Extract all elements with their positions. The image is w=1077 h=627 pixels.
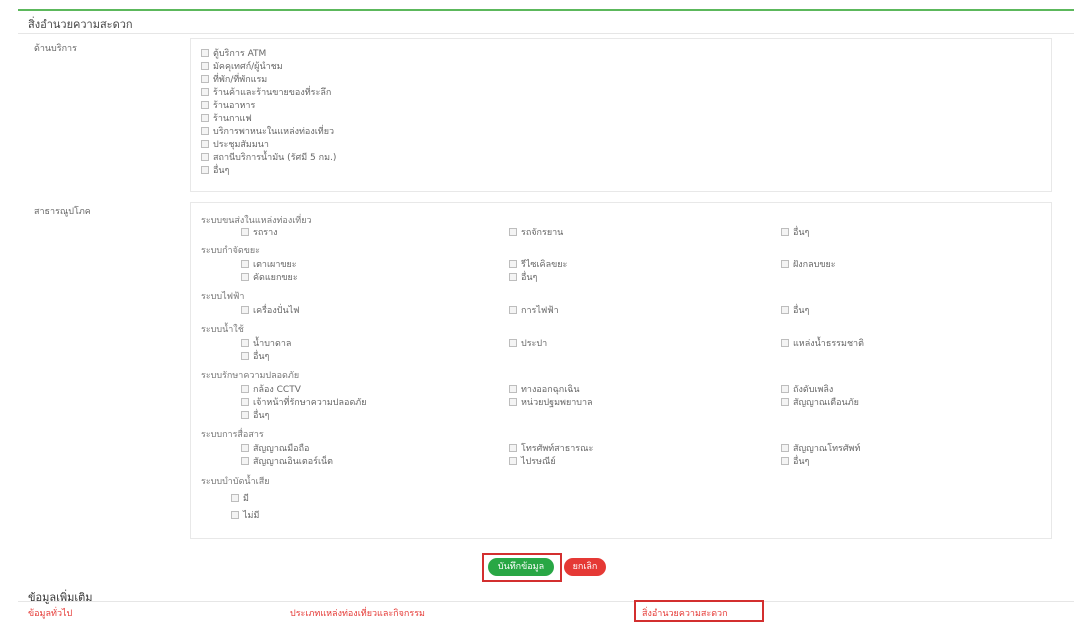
service-checkbox[interactable]: อื่นๆ — [201, 165, 229, 177]
utility-checkbox[interactable]: การไฟฟ้า — [509, 305, 559, 317]
services-box: ตู้บริการ ATM มัคคุเทศก์/ผู้นำชม ที่พัก/… — [190, 38, 1052, 192]
link-attraction-type[interactable]: ประเภทแหล่งท่องเที่ยวและกิจกรรม — [290, 606, 425, 620]
wastewater-option-yes[interactable]: มี — [231, 493, 249, 505]
utility-checkbox[interactable]: ทางออกฉุกเฉิน — [509, 384, 580, 396]
group-title-safety: ระบบรักษาความปลอดภัย — [201, 371, 300, 381]
utility-checkbox[interactable]: สัญญาณอินเตอร์เน็ต — [241, 456, 333, 468]
service-checkbox[interactable]: ร้านอาหาร — [201, 100, 255, 112]
group-title-electric: ระบบไฟฟ้า — [201, 292, 245, 302]
service-checkbox[interactable]: มัคคุเทศก์/ผู้นำชม — [201, 61, 283, 73]
utility-checkbox[interactable]: เครื่องปั่นไฟ — [241, 305, 300, 317]
utility-checkbox[interactable]: เตาเผาขยะ — [241, 259, 297, 271]
wastewater-option-no[interactable]: ไม่มี — [231, 510, 259, 522]
more-info-title: ข้อมูลเพิ่มเติม — [28, 591, 93, 604]
utility-checkbox[interactable]: อื่นๆ — [241, 351, 269, 363]
top-accent-bar — [18, 9, 1074, 11]
utility-checkbox[interactable]: น้ำบาดาล — [241, 338, 291, 350]
utility-checkbox[interactable]: ฝังกลบขยะ — [781, 259, 836, 271]
utility-checkbox[interactable]: อื่นๆ — [781, 456, 809, 468]
utility-checkbox[interactable]: ไปรษณีย์ — [509, 456, 556, 468]
utility-checkbox[interactable]: อื่นๆ — [781, 227, 809, 239]
group-title-communication: ระบบการสื่อสาร — [201, 430, 264, 440]
utilities-label: สาธารณูปโภค — [34, 207, 91, 217]
utility-checkbox[interactable]: รถราง — [241, 227, 278, 239]
service-checkbox[interactable]: ประชุมสัมมนา — [201, 139, 269, 151]
utility-checkbox[interactable]: รถจักรยาน — [509, 227, 563, 239]
utility-checkbox[interactable]: อื่นๆ — [241, 410, 269, 422]
group-title-wastewater: ระบบบำบัดน้ำเสีย — [201, 477, 270, 487]
utility-checkbox[interactable]: เจ้าหน้าที่รักษาความปลอดภัย — [241, 397, 367, 409]
facilities-link-highlight-box — [634, 600, 764, 622]
service-checkbox[interactable]: บริการพาหนะในแหล่งท่องเที่ยว — [201, 126, 334, 138]
utility-checkbox[interactable]: ประปา — [509, 338, 547, 350]
service-checkbox[interactable]: ตู้บริการ ATM — [201, 48, 266, 60]
utility-checkbox[interactable]: สัญญาณเตือนภัย — [781, 397, 859, 409]
save-button[interactable]: บันทึกข้อมูล — [488, 558, 554, 576]
section-title: สิ่งอำนวยความสะดวก — [28, 18, 133, 31]
group-title-transport: ระบบขนส่งในแหล่งท่องเที่ยว — [201, 216, 312, 226]
cancel-button[interactable]: ยกเลิก — [564, 558, 606, 576]
utility-checkbox[interactable]: อื่นๆ — [781, 305, 809, 317]
utility-checkbox[interactable]: อื่นๆ — [509, 272, 537, 284]
group-title-water: ระบบน้ำใช้ — [201, 325, 244, 335]
service-checkbox[interactable]: ที่พัก/ที่พักแรม — [201, 74, 267, 86]
utility-checkbox[interactable]: คัดแยกขยะ — [241, 272, 298, 284]
services-label: ด้านบริการ — [34, 44, 77, 54]
utilities-box: ระบบขนส่งในแหล่งท่องเที่ยว รถราง รถจักรย… — [190, 202, 1052, 539]
utility-checkbox[interactable]: ถังดับเพลิง — [781, 384, 833, 396]
service-checkbox[interactable]: ร้านกาแฟ — [201, 113, 252, 125]
divider — [18, 601, 1074, 602]
utility-checkbox[interactable]: สัญญาณมือถือ — [241, 443, 309, 455]
utility-checkbox[interactable]: หน่วยปฐมพยาบาล — [509, 397, 593, 409]
utility-checkbox[interactable]: สัญญาณโทรศัพท์ — [781, 443, 860, 455]
utility-checkbox[interactable]: โทรศัพท์สาธารณะ — [509, 443, 593, 455]
service-checkbox[interactable]: ร้านค้าและร้านขายของที่ระลึก — [201, 87, 331, 99]
utility-checkbox[interactable]: แหล่งน้ำธรรมชาติ — [781, 338, 864, 350]
divider — [18, 33, 1074, 34]
service-checkbox[interactable]: สถานีบริการน้ำมัน (รัศมี 5 กม.) — [201, 152, 336, 164]
link-general-info[interactable]: ข้อมูลทั่วไป — [28, 606, 72, 620]
utility-checkbox[interactable]: รีไซเคิลขยะ — [509, 259, 567, 271]
group-title-waste: ระบบกำจัดขยะ — [201, 246, 260, 256]
utility-checkbox[interactable]: กล้อง CCTV — [241, 384, 301, 396]
